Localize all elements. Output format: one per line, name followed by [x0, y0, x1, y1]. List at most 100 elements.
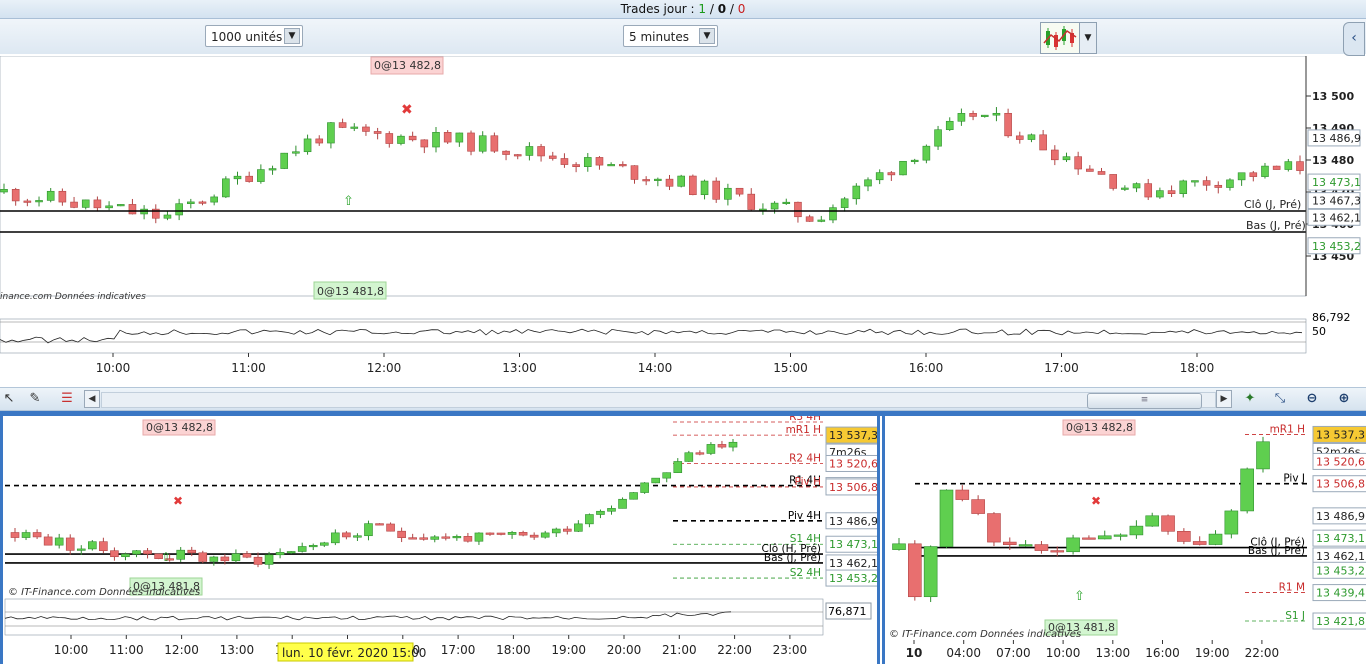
- candle-body: [264, 554, 274, 565]
- candle-body: [922, 145, 931, 161]
- candle-body: [595, 157, 604, 166]
- time-tick-label: 07:00: [996, 646, 1031, 660]
- candle-body: [467, 132, 475, 152]
- magic-wand-icon[interactable]: ✦: [1241, 390, 1259, 408]
- candle-body: [1202, 180, 1211, 186]
- threehour-chart[interactable]: mR1 HPiv JClô (J, Pré)Bas (J, Pré)R1 MS1…: [882, 416, 1366, 664]
- candle-body: [1050, 550, 1065, 553]
- candle-body: [939, 489, 954, 547]
- candle-body: [32, 532, 42, 538]
- candle-body: [829, 207, 837, 221]
- candle-body: [187, 201, 195, 204]
- candle-body: [1179, 180, 1188, 194]
- panel-collapse-button[interactable]: ‹: [1343, 22, 1365, 56]
- candle-body: [1237, 172, 1246, 181]
- candle-body: [143, 550, 152, 555]
- candle-body: [176, 549, 185, 560]
- candle-body: [342, 532, 351, 538]
- candle-body: [1015, 135, 1024, 140]
- candle-body: [980, 114, 989, 117]
- candle-body: [35, 200, 43, 203]
- time-tick-label: 17:00: [1044, 361, 1079, 375]
- candle-body: [452, 536, 462, 539]
- candle-body: [673, 461, 683, 473]
- scroll-thumb[interactable]: ≡: [1087, 393, 1202, 409]
- level-label: Bas (J, Pré): [1248, 545, 1305, 557]
- candle-body: [408, 537, 417, 540]
- candle-body: [574, 523, 583, 532]
- hourly-plot-area: [5, 418, 823, 596]
- main-price-chart[interactable]: Clô (J, Pré) Bas (J, Pré) 0@13 482,8 ✖ ⇧…: [0, 56, 1366, 381]
- candle-body: [331, 532, 340, 544]
- indicator-tool-icon[interactable]: ☰: [58, 390, 76, 408]
- candle-body: [1296, 161, 1304, 171]
- order-marker-bottom[interactable]: 0@13 481,8: [313, 281, 387, 300]
- scroll-right-button[interactable]: ▶: [1216, 390, 1232, 408]
- candle-body: [840, 198, 849, 208]
- time-tick-label: 19:00: [551, 643, 586, 657]
- candle-body: [607, 508, 616, 512]
- hourly-order-top[interactable]: 0@13 482,8: [142, 419, 216, 436]
- threehour-price-badges: 13 537,352m26s13 520,613 506,813 486,913…: [1312, 425, 1366, 630]
- threehour-order-top[interactable]: 0@13 482,8: [1062, 419, 1136, 436]
- candle-body: [1145, 515, 1160, 527]
- candle-body: [485, 532, 495, 535]
- candle-body: [654, 178, 662, 181]
- candle-body: [551, 528, 561, 534]
- candle-body: [1074, 156, 1082, 170]
- level-label: Piv H: [795, 476, 821, 488]
- candle-body: [308, 544, 318, 548]
- candle-body: [441, 536, 451, 539]
- data-watermark: inance.com Données indicatives: [0, 291, 146, 302]
- zoom-in-icon[interactable]: ⊕: [1335, 390, 1353, 408]
- candle-body: [717, 444, 727, 448]
- threehour-time-axis: 10 04:00 07:00 10:00 13:00 16:00 19:00 22:00: [906, 640, 1279, 660]
- candle-body: [319, 542, 329, 546]
- candle-body: [651, 477, 660, 484]
- candle-body: [957, 113, 966, 122]
- hourly-chart[interactable]: R3 4HmR1 HR2 4HR1 4HPiv HPiv 4HS1 4HClô …: [0, 416, 880, 664]
- candle-body: [198, 552, 208, 562]
- candle-body: [618, 498, 627, 509]
- candlestick-chart-icon: [1043, 26, 1077, 50]
- chart-type-menu-button[interactable]: ▼: [1079, 22, 1097, 54]
- candle-body: [362, 126, 370, 132]
- zoom-out-icon[interactable]: ⊖: [1303, 390, 1321, 408]
- candle-body: [1177, 530, 1191, 542]
- price-badge-text: 13 486,9: [1316, 510, 1365, 523]
- candle-body: [665, 178, 674, 187]
- timeframe-dropdown[interactable]: 5 minutes ▼: [623, 25, 718, 47]
- fit-zoom-icon[interactable]: ⤡: [1271, 390, 1289, 408]
- scroll-track[interactable]: ≡: [101, 392, 1216, 409]
- candle-body: [1002, 541, 1017, 545]
- candle-body: [1156, 190, 1164, 198]
- chart-tools-bar: ↖ ✎ ☰ ◀ ≡ ▶ ✦ ⤡ ⊖ ⊕: [0, 387, 1366, 411]
- candle-body: [1224, 510, 1239, 535]
- chevron-down-icon[interactable]: ▼: [284, 28, 300, 44]
- candle-body: [563, 528, 572, 532]
- candle-body: [899, 160, 907, 176]
- units-dropdown[interactable]: 1000 unités ▼: [205, 25, 303, 47]
- candle-body: [280, 152, 289, 169]
- candle-body: [864, 179, 872, 187]
- scroll-left-button[interactable]: ◀: [84, 390, 100, 408]
- candle-body: [910, 159, 919, 162]
- candle-body: [908, 543, 922, 598]
- candle-body: [987, 513, 1001, 543]
- candle-body: [1240, 468, 1254, 512]
- candle-body: [596, 510, 605, 515]
- candle-body: [23, 200, 32, 203]
- candle-body: [1161, 515, 1175, 532]
- candle-body: [1113, 534, 1128, 537]
- drawing-tool-icon[interactable]: ✎: [26, 390, 44, 408]
- candle-body: [1082, 537, 1096, 540]
- candle-body: [1144, 183, 1153, 198]
- chevron-down-icon[interactable]: ▼: [699, 28, 715, 44]
- order-marker-top[interactable]: 0@13 482,8: [370, 56, 444, 75]
- trades-loss: 0: [737, 2, 746, 16]
- cursor-tool-icon[interactable]: ↖: [0, 390, 18, 408]
- trades-sep: /: [726, 2, 738, 16]
- chart-type-button[interactable]: [1040, 22, 1080, 54]
- candle-body: [286, 551, 296, 554]
- osc-mid-value: 50: [1312, 325, 1326, 338]
